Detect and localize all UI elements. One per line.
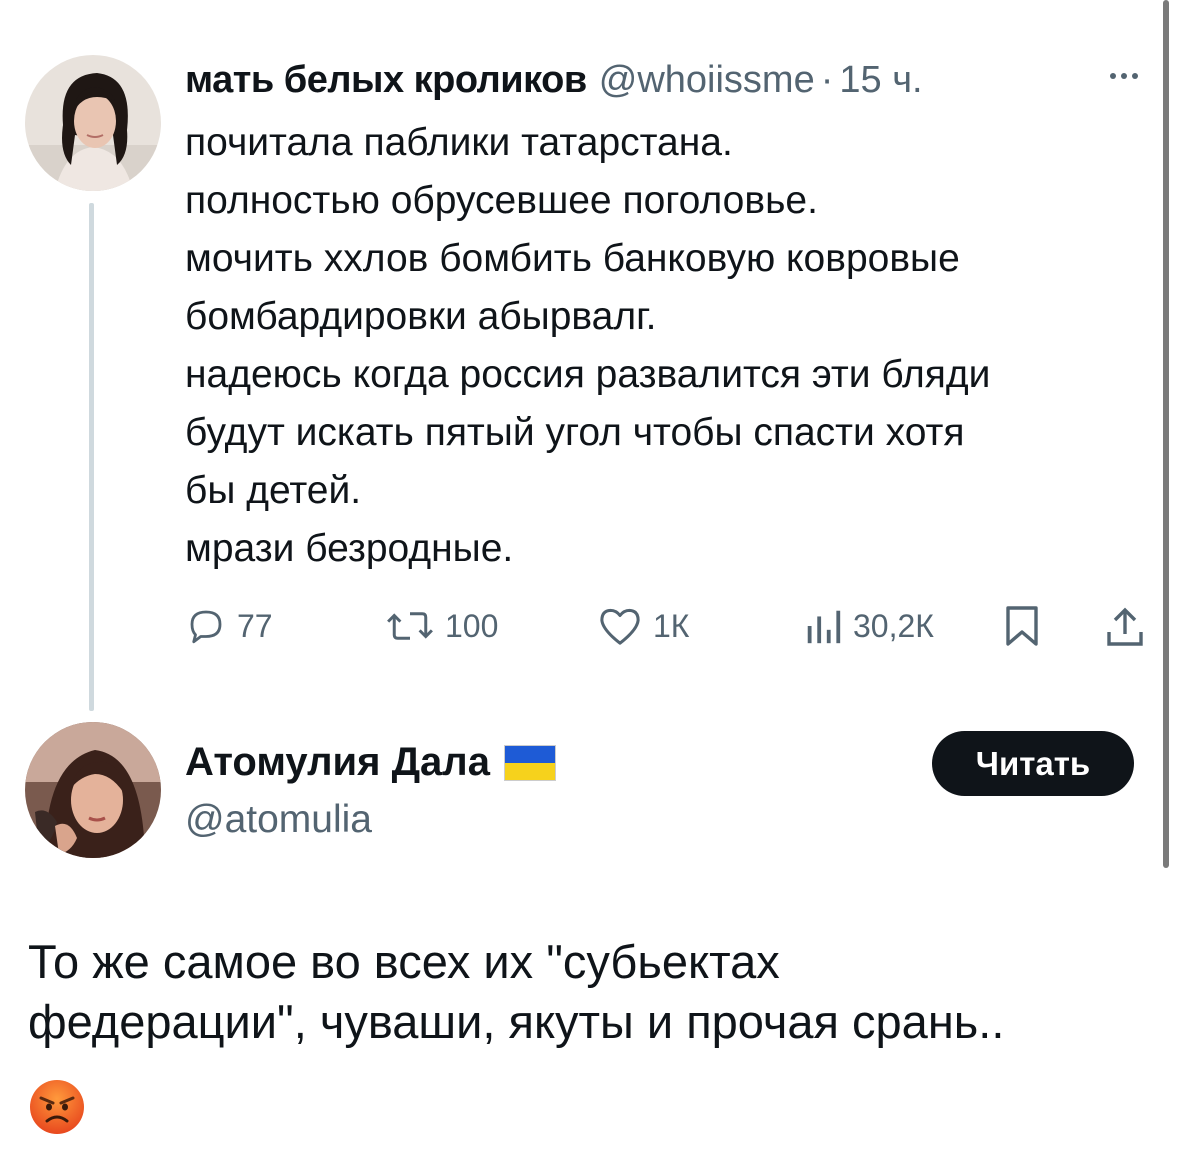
reply-body: То же самое во всех их "субьектах федера… (28, 932, 1158, 1052)
reply-author-avatar[interactable] (25, 722, 161, 858)
separator-dot: · (820, 58, 834, 101)
repost-button[interactable]: 100 (385, 600, 498, 652)
author-handle[interactable]: @whoiissme (599, 59, 815, 102)
screenshot: мать белых кроликов @whoiissme · 15 ч. п… (0, 0, 1180, 1166)
views-icon (807, 610, 841, 644)
tweet-line: бомбардировки абырвалг. (185, 295, 657, 338)
like-button[interactable]: 1К (597, 600, 689, 652)
thread-connector (89, 203, 94, 711)
reply-button[interactable]: 77 (185, 600, 273, 652)
tweet-header: мать белых кроликов @whoiissme · 15 ч. (185, 56, 923, 104)
share-button[interactable] (1105, 600, 1145, 652)
tweet-line: мочить ххлов бомбить банковую ковровые (185, 237, 960, 280)
repost-count: 100 (445, 607, 499, 644)
reply-author-name-row: Атомулия Дала (185, 740, 556, 785)
views-count: 30,2К (853, 607, 934, 644)
repost-icon (387, 612, 433, 640)
scrollbar[interactable] (1163, 0, 1169, 868)
action-bar: 77 100 1К 30,2К (185, 600, 1160, 652)
bookmark-button[interactable] (1003, 600, 1041, 652)
bookmark-icon (1006, 606, 1038, 646)
author-name[interactable]: мать белых кроликов (185, 59, 587, 102)
share-icon (1107, 607, 1143, 646)
follow-button[interactable]: Читать (932, 731, 1134, 796)
tweet-line: бы детей. (185, 469, 362, 512)
tweet-line: полностью обрусевшее поголовье. (185, 179, 818, 222)
more-options-icon[interactable] (1110, 66, 1150, 86)
tweet-body: почитала паблики татарстана. полностью о… (185, 114, 1160, 578)
tweet-line: надеюсь когда россия развалится эти бляд… (185, 353, 991, 396)
reply-count: 77 (237, 607, 273, 644)
views-button[interactable]: 30,2К (803, 600, 934, 652)
like-count: 1К (653, 607, 690, 644)
tweet-line: почитала паблики татарстана. (185, 121, 733, 164)
heart-icon (600, 608, 640, 645)
tweet-time[interactable]: 15 ч. (839, 59, 922, 102)
reply-line: То же самое во всех их "субьектах (28, 935, 780, 988)
author-avatar[interactable] (25, 55, 161, 191)
reply-author-handle[interactable]: @atomulia (185, 798, 372, 842)
tweet-line: мрази безродные. (185, 527, 514, 570)
tweet-line: будут искать пятый угол чтобы спасти хот… (185, 411, 965, 454)
ukraine-flag-icon (503, 744, 556, 781)
reply-line: федерации", чуваши, якуты и прочая срань… (28, 995, 1005, 1048)
reply-icon (190, 610, 222, 644)
reply-author-name[interactable]: Атомулия Дала (185, 740, 490, 785)
angry-face-icon (28, 1078, 86, 1136)
